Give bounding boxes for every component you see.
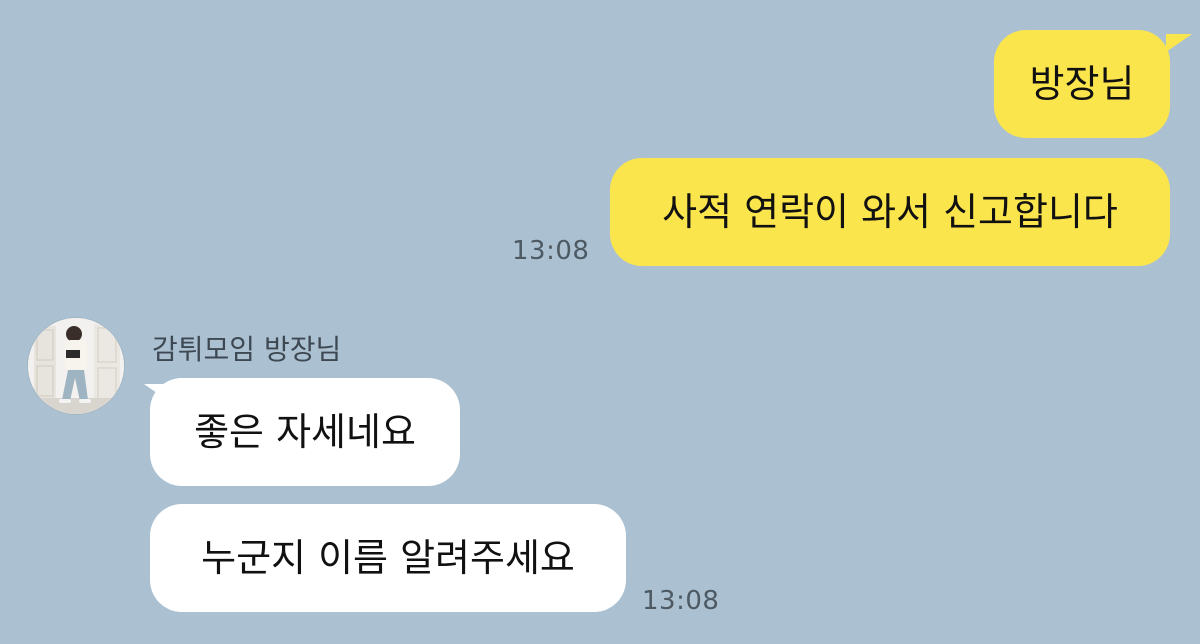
message-timestamp: 13:08 [512,236,590,266]
bubble-tail [1166,34,1192,52]
incoming-message[interactable]: 누군지 이름 알려주세요 [150,504,626,612]
chat-area: 방장님 사적 연락이 와서 신고합니다 13:08 감튀모임 방장님 좋은 자세… [0,0,1200,644]
message-text: 방장님 [1029,62,1135,106]
message-text: 누군지 이름 알려주세요 [201,536,575,580]
incoming-message[interactable]: 좋은 자세네요 [150,378,460,486]
profile-photo-icon [28,318,124,414]
outgoing-message[interactable]: 사적 연락이 와서 신고합니다 [610,158,1170,266]
message-timestamp: 13:08 [642,586,720,616]
outgoing-message[interactable]: 방장님 [994,30,1170,138]
avatar[interactable] [28,318,124,414]
sender-name: 감튀모임 방장님 [152,333,342,366]
message-text: 좋은 자세네요 [194,410,416,454]
message-text: 사적 연락이 와서 신고합니다 [662,190,1118,234]
